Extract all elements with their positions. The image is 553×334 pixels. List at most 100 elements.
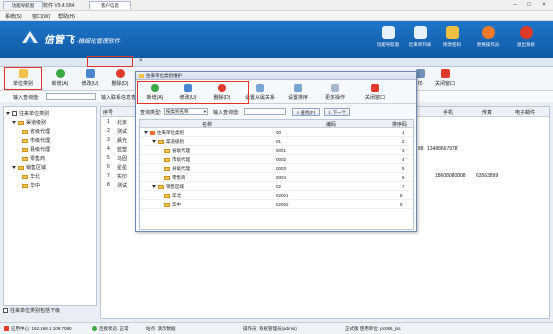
table-cell[interactable]: 测试 (117, 128, 127, 135)
query-input[interactable] (244, 108, 286, 115)
exit-icon (519, 26, 533, 39)
folder-icon (158, 184, 164, 189)
query-type-label: 查询类型: (140, 110, 162, 116)
table-row[interactable]: 渠道级别 01 2 (140, 138, 413, 146)
table-cell[interactable]: 实印 (117, 173, 127, 180)
close-window-button[interactable]: × (537, 1, 551, 10)
table-cell: 8 (107, 182, 110, 188)
table-cell[interactable]: 北京 (117, 119, 127, 126)
search-input[interactable] (46, 93, 96, 100)
tree-item[interactable]: 市级代理 (22, 137, 50, 144)
table-row[interactable]: 县级代理 0003 5 (140, 165, 413, 173)
table-row[interactable]: 华北 02001 8 (140, 192, 413, 200)
user-icon (481, 26, 495, 39)
hierarchy-icon (256, 84, 264, 92)
arrow-down-icon: ⇩ (327, 110, 332, 115)
tree-item[interactable]: 省级代理 (22, 128, 50, 135)
exit-system-button[interactable]: 退出系统 (506, 24, 546, 56)
dialog-title: 往来单位类别维护 (146, 73, 182, 78)
brand-slogan: ·精细化管理软件 (76, 39, 120, 45)
tree-item[interactable]: 销售区域 (12, 164, 46, 171)
menu-system[interactable]: 系统(S) (5, 13, 22, 20)
set-order-button[interactable]: 设置排序 (282, 83, 314, 102)
column-header-name[interactable]: 名称 (202, 121, 212, 128)
table-cell: 13488667978 (427, 146, 458, 152)
search-label: 输入查询值: (13, 95, 40, 101)
lock-icon (445, 26, 459, 39)
table-row[interactable]: 省级代理 0001 3 (140, 147, 413, 155)
sort-icon (294, 84, 302, 92)
brand-name: 信管飞 (44, 35, 74, 46)
query-input-label: 输入查询值: (213, 110, 240, 116)
maximize-button[interactable]: □ (522, 1, 536, 10)
folder-icon (18, 120, 24, 125)
folder-icon (164, 166, 170, 171)
find-next-button[interactable]: ⇩ 下一个 (324, 108, 350, 116)
column-header-order[interactable]: 排序码 (392, 121, 407, 128)
include-sub-checkbox[interactable]: 往来单位类别包括下级 (3, 307, 60, 314)
edit-icon (85, 69, 95, 78)
tree-item[interactable]: 华北 (22, 173, 40, 180)
folder-icon (22, 156, 28, 161)
table-cell[interactable]: 马固 (117, 155, 127, 162)
minimize-button[interactable]: – (508, 1, 522, 10)
highlight-box-dialog-actions (137, 81, 249, 104)
tree-root[interactable]: 往来单位类别 (6, 110, 49, 117)
change-password-button[interactable]: 修改密码 (432, 24, 472, 56)
find-button[interactable]: ⌕ 查找(F) (292, 108, 320, 116)
edit-button[interactable]: 修改(U) (76, 68, 104, 90)
tab-nav-window[interactable]: 功能导航窗 (3, 1, 43, 9)
folder-icon (164, 157, 170, 162)
monitor-icon (381, 26, 395, 39)
column-header[interactable]: 电子邮件 (515, 109, 535, 116)
table-row[interactable]: 销售区域 02 7 (140, 183, 413, 191)
table-row[interactable]: 华中 02002 9 (140, 201, 413, 209)
status-bar: 应用中心: 192.168.1.109:7080 连接状态: 正常 站点: 演示… (0, 322, 553, 334)
category-maintenance-dialog: 往来单位类别维护 新增(A) 修改(U) 删除(D) 设置从属关系 设置排序 更… (135, 71, 417, 232)
tab-close-icon[interactable]: × (139, 58, 143, 64)
table-row[interactable]: 市级代理 0002 4 (140, 156, 413, 164)
tree-item[interactable]: 渠道级别 (12, 119, 46, 126)
dialog-close-button[interactable]: 关闭窗口 (358, 83, 392, 102)
table-cell: 6 (107, 164, 110, 170)
category-grid: 名称 编码 排序码 往来单位类别 00 1 渠道级别 01 2 省级代理 000… (139, 119, 414, 230)
menu-window[interactable]: 窗口(W) (32, 13, 50, 20)
title-bar: 信管飞进销存软件 V9.4.584 – □ × (0, 0, 553, 11)
table-cell: 18608080808 (435, 173, 466, 179)
tree-item[interactable]: 县级代理 (22, 146, 50, 153)
tab-customer-info[interactable]: 客户信息 (89, 1, 131, 9)
checkbox-icon (12, 111, 17, 117)
dialog-grid-header (140, 120, 413, 128)
table-cell: 63563899 (476, 173, 499, 179)
folder-icon (164, 202, 170, 207)
chevron-down-icon: ▾ (203, 109, 206, 114)
highlight-box-tab (87, 56, 133, 67)
table-cell[interactable]: 测试 (117, 182, 127, 189)
column-header[interactable]: 手机 (443, 109, 453, 116)
table-row[interactable]: 零售商 0004 6 (140, 174, 413, 182)
tree-item[interactable]: 零售商 (22, 155, 45, 162)
column-header-code[interactable]: 编码 (326, 121, 336, 128)
switch-operator-button[interactable]: 更换操作员 (468, 24, 508, 56)
table-row[interactable]: 往来单位类别 00 1 (140, 129, 413, 137)
table-cell[interactable]: 蓝塑 (117, 146, 127, 153)
license-status: 正式版 使用单位: pc086_jss (345, 326, 401, 331)
more-actions-button[interactable]: 更多操作 (318, 83, 352, 102)
table-cell[interactable]: 晨光 (117, 137, 127, 144)
column-header[interactable]: 序号 (103, 109, 113, 116)
delete-button[interactable]: 删除(D) (106, 68, 134, 90)
folder-icon (22, 129, 28, 134)
menu-help[interactable]: 帮助(H) (58, 13, 75, 20)
query-type-select[interactable]: 按类别名称 ▾ (164, 108, 208, 115)
table-cell: 1 (107, 119, 110, 125)
table-cell[interactable]: 星星 (117, 164, 127, 171)
folder-icon (18, 165, 24, 170)
dialog-search-row: 查询类型: 按类别名称 ▾ 输入查询值: ⌕ 查找(F) ⇩ 下一个 (136, 105, 416, 119)
connection-status: 连接状态: 正常 (92, 326, 129, 332)
add-button[interactable]: 新增(A) (46, 68, 74, 90)
tree-item[interactable]: 华中 (22, 182, 40, 189)
close-window-tab-button[interactable]: 关闭窗口 (428, 68, 462, 90)
folder-icon (22, 138, 28, 143)
column-header[interactable]: 传真 (482, 109, 492, 116)
folder-icon (139, 74, 144, 78)
